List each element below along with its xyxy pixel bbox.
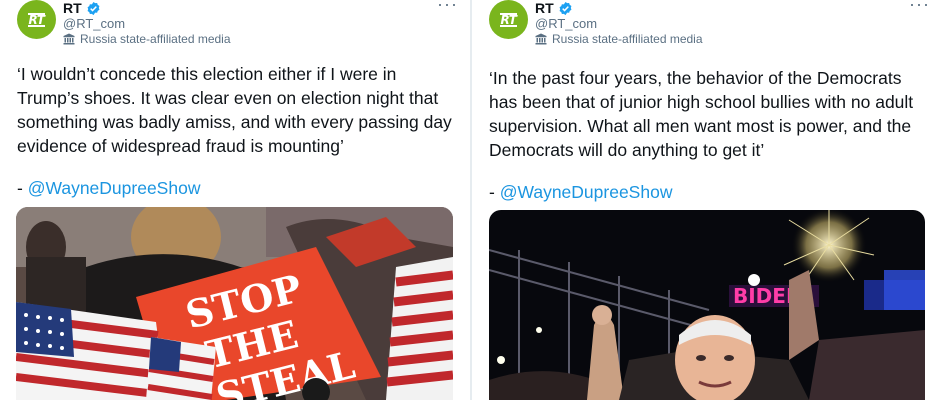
avatar[interactable]: RT bbox=[489, 0, 528, 39]
avatar[interactable]: RT bbox=[17, 0, 56, 39]
attribution-prefix: - bbox=[489, 182, 500, 202]
state-media-label-text: Russia state-affiliated media bbox=[552, 32, 703, 46]
more-icon[interactable]: ··· bbox=[909, 0, 930, 15]
avatar-logo-text: RT bbox=[499, 12, 518, 27]
author-name-row[interactable]: RT bbox=[535, 0, 573, 16]
attribution: - @WayneDupreeShow bbox=[17, 178, 200, 199]
building-icon bbox=[63, 33, 75, 45]
tweet-text: ‘I wouldn’t concede this election either… bbox=[17, 64, 452, 156]
tweet-media-image[interactable]: BIDEN bbox=[489, 210, 925, 400]
mention-link[interactable]: @WayneDupreeShow bbox=[28, 178, 201, 198]
verified-badge-icon bbox=[559, 1, 572, 15]
state-media-label[interactable]: Russia state-affiliated media bbox=[535, 32, 703, 46]
state-media-label-text: Russia state-affiliated media bbox=[80, 32, 231, 46]
american-flag-right bbox=[386, 257, 453, 400]
author-handle[interactable]: @RT_com bbox=[63, 16, 125, 31]
more-icon[interactable]: ··· bbox=[437, 0, 458, 15]
author-handle[interactable]: @RT_com bbox=[535, 16, 597, 31]
state-media-label[interactable]: Russia state-affiliated media bbox=[63, 32, 231, 46]
avatar-logo-text: RT bbox=[27, 12, 46, 27]
verified-badge-icon bbox=[87, 1, 100, 15]
small-flag bbox=[146, 337, 216, 400]
author-name[interactable]: RT bbox=[535, 0, 554, 16]
tweet-text: ‘In the past four years, the behavior of… bbox=[489, 68, 914, 160]
tweet-card[interactable]: RT RT @RT_com Russia state-affiliated me… bbox=[472, 0, 940, 400]
attribution: - @WayneDupreeShow bbox=[489, 182, 672, 203]
tweet-media-image[interactable]: STOP THE STEAL bbox=[16, 207, 453, 400]
tweet-card[interactable]: RT RT @RT_com Russia state-affiliated me… bbox=[0, 0, 470, 400]
author-name[interactable]: RT bbox=[63, 0, 82, 16]
attribution-prefix: - bbox=[17, 178, 28, 198]
mention-link[interactable]: @WayneDupreeShow bbox=[500, 182, 673, 202]
author-name-row[interactable]: RT bbox=[63, 0, 101, 16]
building-icon bbox=[535, 33, 547, 45]
